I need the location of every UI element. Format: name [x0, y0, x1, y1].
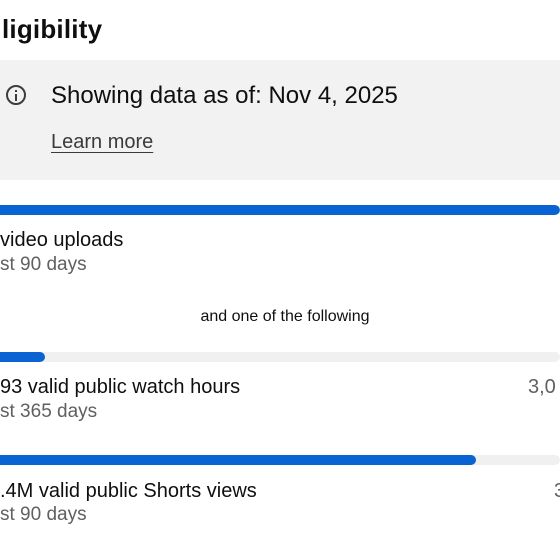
shorts-views-progress-bar	[0, 455, 560, 465]
data-freshness-notice	[0, 60, 560, 180]
shorts-views-target: 3	[554, 480, 560, 502]
shorts-views-requirement-label: .4M valid public Shorts views	[0, 480, 257, 502]
data-date-text: Showing data as of: Nov 4, 2025	[51, 82, 398, 109]
watch-hours-progress-fill	[0, 352, 45, 362]
uploads-progress-bar	[0, 205, 560, 215]
learn-more-link[interactable]: Learn more	[51, 131, 153, 154]
shorts-views-progress-fill	[0, 455, 476, 465]
watch-hours-requirement-label: 93 valid public watch hours	[0, 376, 241, 398]
requirement-divider: and one of the following	[200, 308, 370, 325]
uploads-requirement-period: st 90 days	[0, 254, 87, 275]
uploads-requirement-label: video uploads	[0, 229, 124, 251]
section-title: ligibility	[2, 14, 103, 44]
watch-hours-target: 3,0	[528, 376, 556, 398]
uploads-progress-fill	[0, 205, 560, 215]
watch-hours-requirement-period: st 365 days	[0, 401, 98, 422]
shorts-views-requirement-period: st 90 days	[0, 504, 87, 525]
watch-hours-progress-bar	[0, 352, 560, 362]
monetization-eligibility-panel: ligibility Showing data as of: Nov 4, 20…	[0, 0, 560, 560]
info-icon	[6, 85, 26, 105]
